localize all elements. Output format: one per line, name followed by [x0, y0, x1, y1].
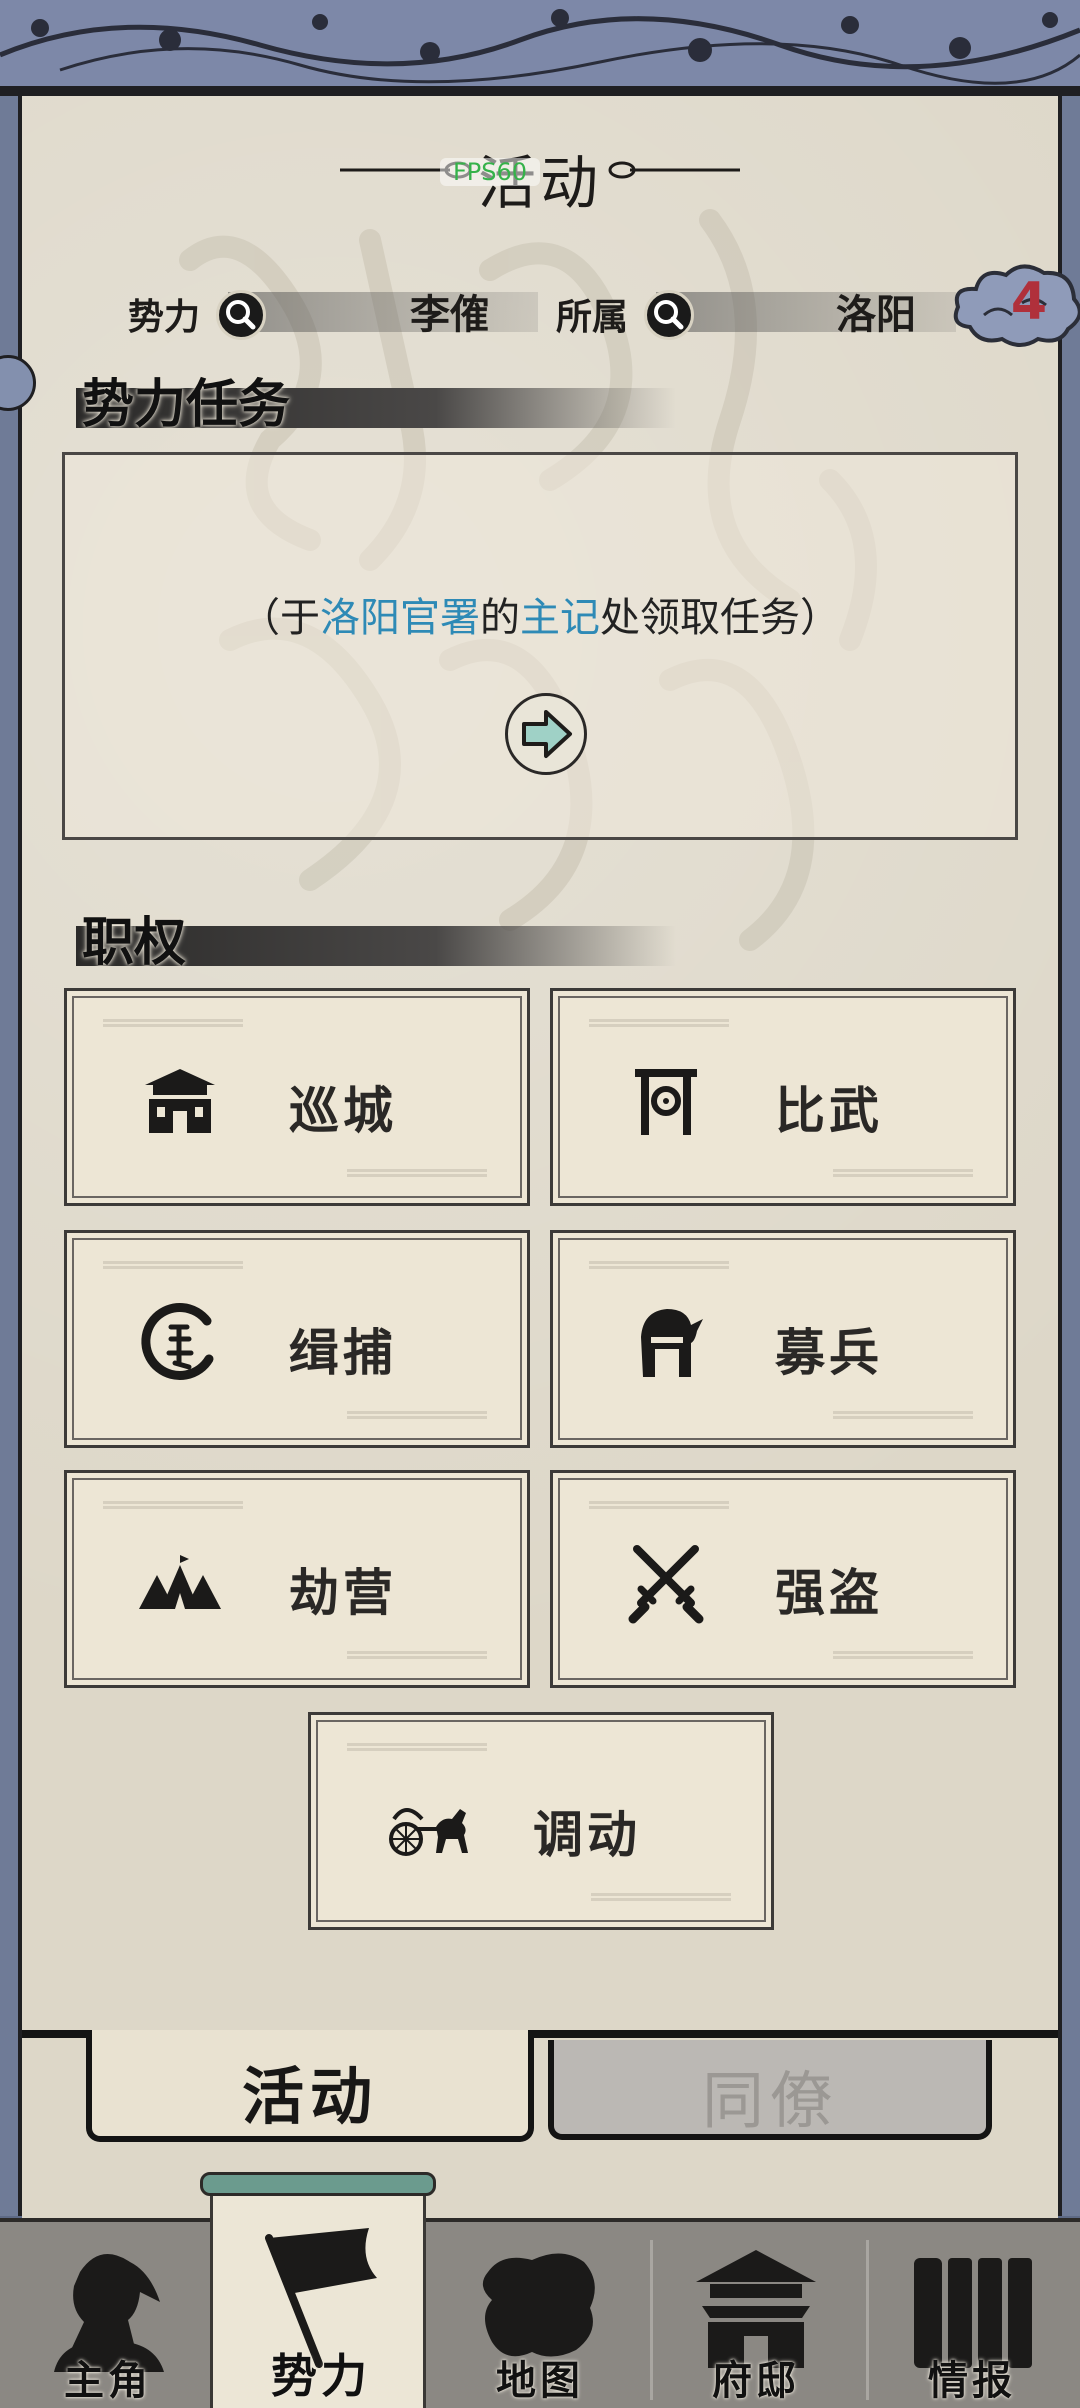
city-gate-icon — [145, 1069, 215, 1133]
duty-button-arrest[interactable]: 缉捕 — [64, 1230, 530, 1448]
search-icon — [226, 300, 256, 330]
task-section-header: 势力任务 — [76, 370, 676, 435]
duty-section-header: 职权 — [76, 908, 676, 973]
floral-pattern-icon — [0, 9, 1080, 85]
faction-label: 势力 — [128, 297, 201, 338]
nav-separator — [866, 2240, 869, 2400]
go-to-task-button[interactable] — [505, 693, 587, 775]
tab-activity-label: 活动 — [241, 2060, 378, 2133]
duty-button-patrol[interactable]: 巡城 — [64, 988, 530, 1206]
nav-separator — [650, 2240, 653, 2400]
duty-button-transfer[interactable]: 调动 — [308, 1712, 774, 1930]
nav-item-mansion[interactable]: 府邸 — [648, 2222, 864, 2408]
duty-label: 缉捕 — [289, 1324, 397, 1382]
nav-label: 地图 — [496, 2358, 584, 2404]
location-search-button[interactable] — [644, 290, 694, 340]
duty-label: 募兵 — [775, 1324, 883, 1382]
duty-label: 劫营 — [289, 1564, 397, 1622]
duty-button-recruit[interactable]: 募兵 — [550, 1230, 1016, 1448]
duty-label: 巡城 — [289, 1082, 397, 1140]
left-frame — [0, 96, 22, 2216]
nav-item-map[interactable]: 地图 — [432, 2222, 648, 2408]
task-place-link[interactable]: 洛阳官署 — [320, 595, 480, 641]
tab-colleagues-label: 同僚 — [701, 2064, 838, 2137]
duty-label: 比武 — [775, 1082, 883, 1140]
duty-section-title: 职权 — [82, 913, 187, 973]
duty-label: 调动 — [533, 1806, 641, 1864]
tab-colleagues[interactable]: 同僚 — [548, 2040, 992, 2140]
page-title: 活动 — [477, 149, 602, 217]
tab-activity[interactable]: 活动 — [86, 2030, 534, 2142]
duty-button-raid[interactable]: 劫营 — [64, 1470, 530, 1688]
arrow-right-icon — [522, 710, 572, 758]
camp-tents-icon — [139, 1555, 221, 1609]
top-decor-band — [0, 0, 1080, 96]
location-label: 所属 — [556, 297, 629, 338]
arrest-seal-icon — [141, 1303, 214, 1380]
task-instruction: （于洛阳官署的主记处领取任务） — [240, 595, 840, 641]
nav-active-cap — [200, 2172, 436, 2196]
nav-label: 主角 — [64, 2358, 152, 2404]
right-frame — [1058, 96, 1080, 2216]
task-person-link[interactable]: 主记 — [520, 595, 600, 641]
duty-label: 强盗 — [775, 1564, 883, 1622]
location-value: 洛阳 — [836, 292, 916, 338]
faction-value: 李傕 — [410, 292, 490, 338]
duty-button-bandits[interactable]: 强盗 — [550, 1470, 1016, 1688]
faction-search-button[interactable] — [216, 290, 266, 340]
bottom-nav: 主角 势力 地图 府邸 情报 — [0, 2194, 1080, 2408]
nav-label: 情报 — [928, 2358, 1016, 2404]
search-icon — [654, 300, 684, 330]
badge-count: 4 — [1010, 272, 1048, 332]
arena-gate-icon — [635, 1069, 697, 1135]
task-section-title: 势力任务 — [82, 375, 291, 435]
nav-label: 府邸 — [712, 2358, 800, 2404]
title-area: 活动 — [0, 128, 1080, 218]
task-box: （于洛阳官署的主记处领取任务） — [62, 452, 1018, 840]
nav-item-faction[interactable]: 势力 — [210, 2194, 426, 2408]
faction-bar — [228, 292, 538, 332]
duty-button-duel[interactable]: 比武 — [550, 988, 1016, 1206]
fps-counter: FPS60 — [440, 158, 540, 186]
crossed-swords-icon — [628, 1545, 704, 1624]
nav-item-hero[interactable]: 主角 — [0, 2222, 216, 2408]
chariot-icon — [389, 1808, 468, 1856]
nav-item-intel[interactable]: 情报 — [864, 2222, 1080, 2408]
nav-label: 势力 — [271, 2349, 371, 2403]
soldier-helmet-icon — [641, 1309, 703, 1377]
